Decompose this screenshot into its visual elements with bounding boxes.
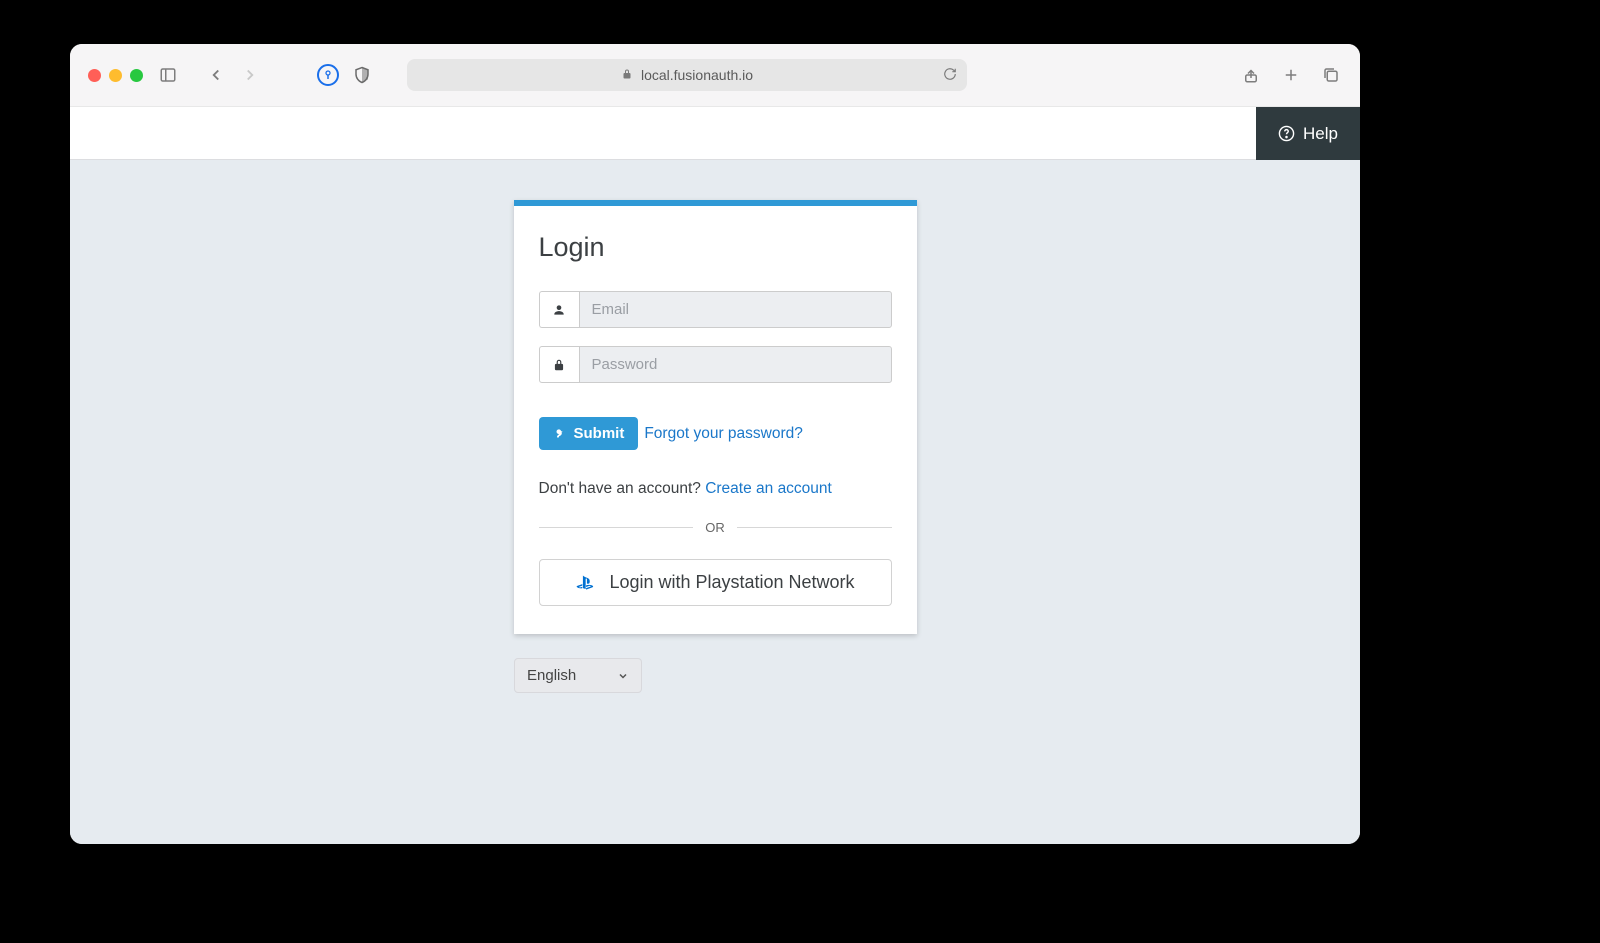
forgot-password-link[interactable]: Forgot your password? — [644, 425, 803, 443]
close-window-button[interactable] — [88, 69, 101, 82]
url-bar[interactable]: local.fusionauth.io — [407, 59, 967, 91]
or-divider: OR — [539, 520, 892, 535]
tabs-overview-icon[interactable] — [1320, 64, 1342, 86]
signup-row: Don't have an account? Create an account — [539, 480, 892, 498]
help-icon — [1278, 125, 1295, 142]
login-card: Login Submit Forgot your password? — [514, 200, 917, 634]
create-account-link[interactable]: Create an account — [705, 480, 832, 497]
lock-icon — [539, 346, 579, 383]
signup-prompt: Don't have an account? — [539, 480, 706, 497]
playstation-icon — [575, 573, 595, 593]
lock-icon — [621, 67, 633, 83]
minimize-window-button[interactable] — [109, 69, 122, 82]
submit-row: Submit Forgot your password? — [539, 417, 892, 450]
sidebar-toggle-icon[interactable] — [157, 64, 179, 86]
login-title: Login — [539, 232, 892, 263]
reload-icon[interactable] — [943, 67, 957, 84]
submit-button[interactable]: Submit — [539, 417, 639, 450]
nav-arrows — [203, 62, 263, 88]
extension-icons — [317, 64, 373, 86]
share-icon[interactable] — [1240, 64, 1262, 86]
browser-chrome: local.fusionauth.io — [70, 44, 1360, 107]
browser-window: local.fusionauth.io Help Login — [70, 44, 1360, 844]
email-input[interactable] — [579, 291, 892, 328]
language-value: English — [527, 667, 576, 684]
forward-button[interactable] — [237, 62, 263, 88]
maximize-window-button[interactable] — [130, 69, 143, 82]
user-icon — [539, 291, 579, 328]
submit-label: Submit — [574, 425, 625, 442]
new-tab-icon[interactable] — [1280, 64, 1302, 86]
playstation-login-button[interactable]: Login with Playstation Network — [539, 559, 892, 606]
privacy-shield-icon[interactable] — [351, 64, 373, 86]
chevron-down-icon — [617, 670, 629, 682]
password-group — [539, 346, 892, 383]
window-controls — [88, 69, 143, 82]
toolbar-right — [1240, 64, 1342, 86]
help-button[interactable]: Help — [1256, 107, 1360, 160]
sso-label: Login with Playstation Network — [609, 572, 854, 593]
language-select[interactable]: English — [514, 658, 642, 693]
help-label: Help — [1303, 124, 1338, 144]
app-header — [70, 107, 1360, 160]
url-text: local.fusionauth.io — [641, 67, 753, 83]
back-button[interactable] — [203, 62, 229, 88]
email-group — [539, 291, 892, 328]
page-content: Help Login Submit Forg — [70, 107, 1360, 844]
onepassword-icon[interactable] — [317, 64, 339, 86]
password-input[interactable] — [579, 346, 892, 383]
key-icon — [553, 427, 567, 441]
or-label: OR — [705, 520, 725, 535]
